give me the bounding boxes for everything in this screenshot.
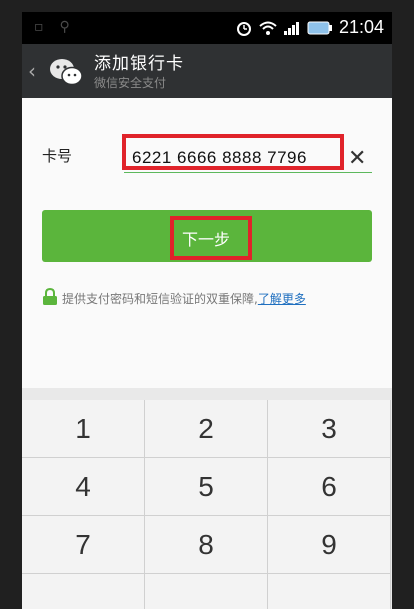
key-9[interactable]: 9 — [268, 516, 391, 574]
add-card-form: 卡号 6221 6666 8888 7796 ✕ 下一步 提供支付密码和短信验证… — [22, 98, 392, 388]
key-6[interactable]: 6 — [268, 458, 391, 516]
key-7[interactable]: 7 — [22, 516, 145, 574]
back-arrow-icon[interactable]: ‹ — [28, 59, 36, 83]
next-step-highlight — [170, 216, 252, 260]
card-number-label: 卡号 — [42, 147, 73, 165]
page-title: 添加银行卡 — [94, 54, 184, 74]
status-bar: ▫ ⚲ 21:04 — [22, 12, 392, 44]
phone-bezel-left — [0, 0, 22, 609]
alarm-icon — [236, 21, 251, 36]
key-3[interactable]: 3 — [268, 400, 391, 458]
key-row-bottom-right[interactable] — [268, 574, 391, 609]
clock-time: 21:04 — [338, 17, 384, 37]
usb-icon: ⚲ — [59, 19, 70, 35]
phone-bezel-right — [392, 0, 414, 609]
learn-more-link[interactable]: 了解更多 — [258, 292, 306, 306]
key-1[interactable]: 1 — [22, 400, 145, 458]
wechat-logo-icon[interactable] — [48, 56, 84, 88]
security-notice-text: 提供支付密码和短信验证的双重保障, — [62, 292, 258, 306]
numeric-keypad: 1 2 3 4 5 6 7 8 9 — [22, 388, 392, 609]
lock-icon — [43, 288, 57, 305]
page-subtitle: 微信安全支付 — [94, 76, 167, 90]
key-5[interactable]: 5 — [145, 458, 268, 516]
key-8[interactable]: 8 — [145, 516, 268, 574]
notification-icon: ▫ — [34, 19, 44, 35]
key-2[interactable]: 2 — [145, 400, 268, 458]
signal-icon — [283, 21, 299, 35]
key-row-bottom-left[interactable] — [22, 574, 145, 609]
title-bar: ‹ 添加银行卡 微信安全支付 — [22, 44, 392, 98]
phone-bezel-top — [0, 0, 414, 12]
battery-icon — [307, 21, 332, 34]
key-row-bottom-center[interactable] — [145, 574, 268, 609]
card-number-highlight — [122, 134, 344, 170]
phone-screen: ▫ ⚲ 21:04 ‹ 添加银行卡 微信安全支付 卡号 6221 6666 88… — [22, 12, 392, 609]
wifi-icon — [259, 21, 277, 35]
key-4[interactable]: 4 — [22, 458, 145, 516]
clear-icon[interactable]: ✕ — [348, 146, 366, 171]
security-notice: 提供支付密码和短信验证的双重保障,了解更多 — [62, 291, 372, 308]
